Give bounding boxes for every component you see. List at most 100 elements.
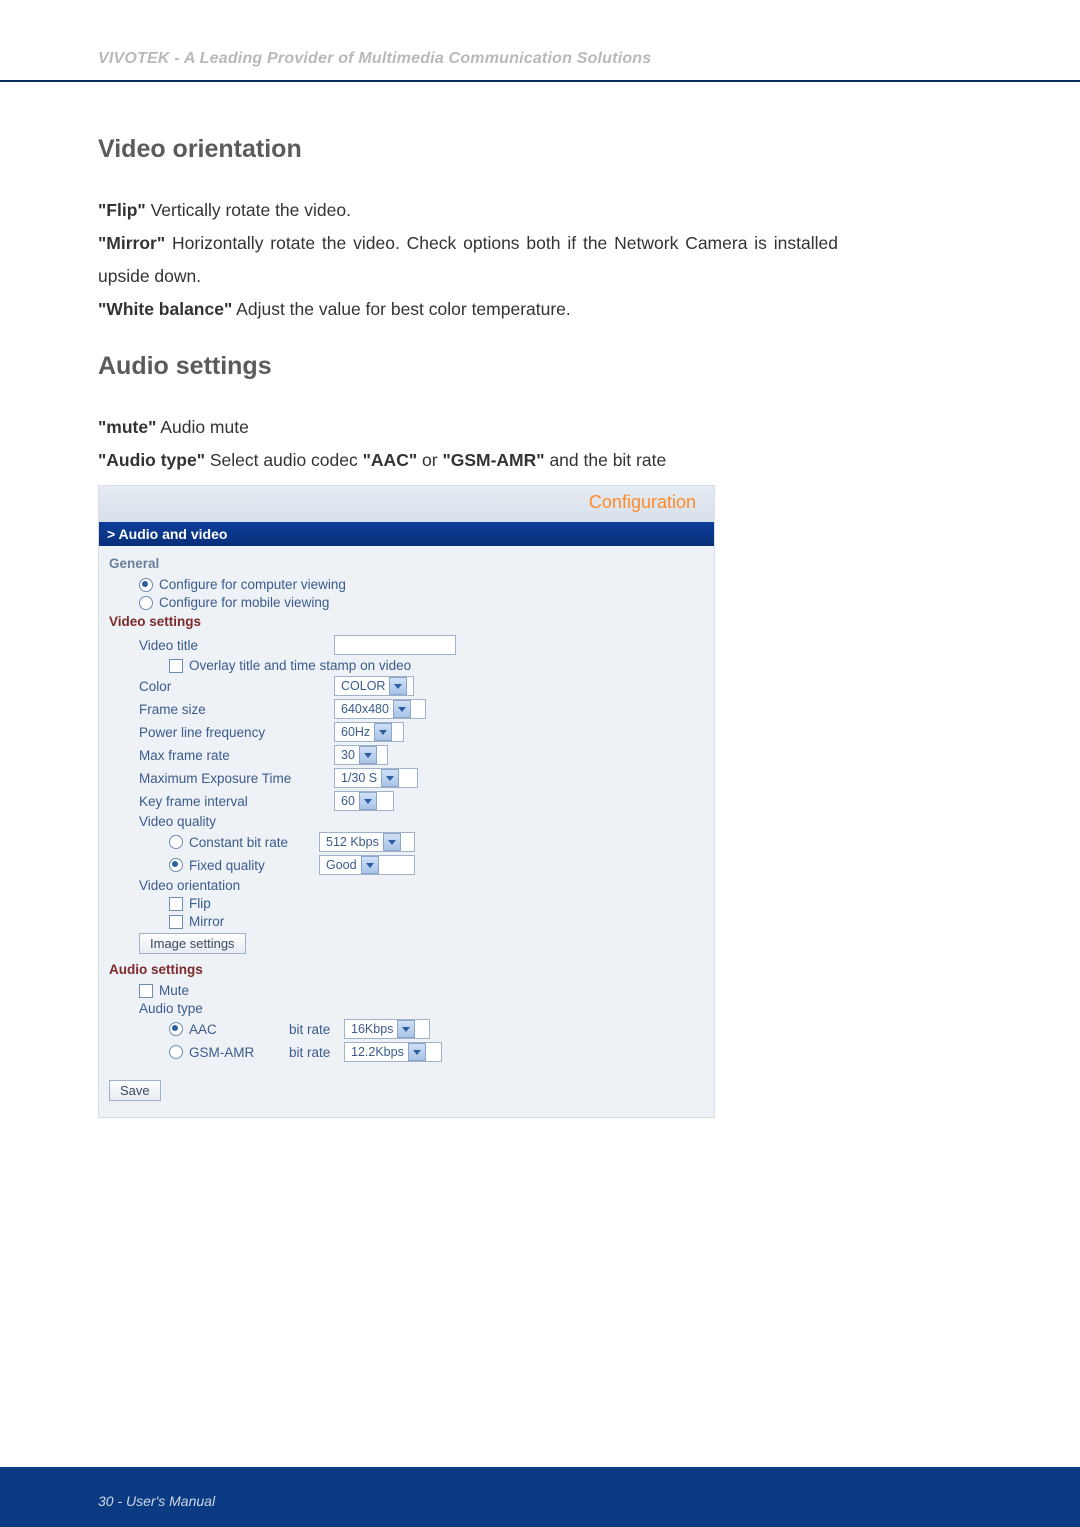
overlay-checkbox-label: Overlay title and time stamp on video [189, 658, 411, 673]
met-select[interactable]: 1/30 S [334, 768, 418, 788]
mute-desc: Audio mute [156, 417, 248, 437]
video-title-input[interactable] [334, 635, 456, 655]
general-heading: General [109, 556, 704, 571]
config-title-label: Configuration [589, 492, 696, 513]
mirror-term: "Mirror" [98, 233, 165, 253]
aac-bitrate-value: 16Kbps [351, 1022, 393, 1036]
aac-label: AAC [189, 1022, 217, 1037]
gsm-bitrate-label: bit rate [289, 1045, 344, 1060]
chevron-down-icon [408, 1043, 426, 1061]
cbr-select[interactable]: 512 Kbps [319, 832, 415, 852]
footer-text: 30 - User's Manual [98, 1493, 215, 1509]
frame-size-select[interactable]: 640x480 [334, 699, 426, 719]
frame-size-value: 640x480 [341, 702, 389, 716]
radio-label-mobile-viewing: Configure for mobile viewing [159, 595, 329, 610]
video-settings-heading: Video settings [109, 614, 704, 629]
met-value: 1/30 S [341, 771, 377, 785]
fq-value: Good [326, 858, 357, 872]
flip-checkbox-row[interactable]: Flip [109, 896, 704, 911]
met-label: Maximum Exposure Time [139, 771, 334, 786]
heading-audio-settings: Audio settings [98, 352, 838, 381]
video-orientation-label: Video orientation [139, 878, 240, 893]
header-banner-text: VIVOTEK - A Leading Provider of Multimed… [98, 50, 651, 68]
audiotype-term: "Audio type" [98, 450, 205, 470]
plf-value: 60Hz [341, 725, 370, 739]
radio-icon [169, 1045, 183, 1059]
audio-type-label: Audio type [139, 1001, 203, 1016]
flip-checkbox-label: Flip [189, 896, 211, 911]
radio-icon [169, 858, 183, 872]
mute-checkbox-row[interactable]: Mute [109, 983, 704, 998]
mirror-desc: Horizontally rotate the video. Check opt… [98, 233, 838, 286]
checkbox-icon [169, 659, 183, 673]
mfr-value: 30 [341, 748, 355, 762]
video-quality-label: Video quality [139, 814, 334, 829]
aac-bitrate-select[interactable]: 16Kbps [344, 1019, 430, 1039]
aac-radio-row[interactable]: AAC [189, 1022, 289, 1037]
mirror-checkbox-label: Mirror [189, 914, 224, 929]
paragraph-mirror: "Mirror" Horizontally rotate the video. … [98, 227, 838, 293]
kfi-select[interactable]: 60 [334, 791, 394, 811]
plf-select[interactable]: 60Hz [334, 722, 404, 742]
mute-term: "mute" [98, 417, 156, 437]
color-select-value: COLOR [341, 679, 385, 693]
footer-band: 30 - User's Manual [0, 1467, 1080, 1527]
kfi-label: Key frame interval [139, 794, 334, 809]
chevron-down-icon [393, 700, 411, 718]
header-band: VIVOTEK - A Leading Provider of Multimed… [0, 0, 1080, 82]
fq-select[interactable]: Good [319, 855, 415, 875]
paragraph-audiotype: "Audio type" Select audio codec "AAC" or… [98, 444, 838, 477]
mfr-select[interactable]: 30 [334, 745, 388, 765]
paragraph-flip: "Flip" Vertically rotate the video. [98, 194, 838, 227]
config-section-bar: > Audio and video [99, 522, 714, 546]
chevron-down-icon [397, 1020, 415, 1038]
chevron-down-icon [361, 856, 379, 874]
wb-term: "White balance" [98, 299, 232, 319]
chevron-down-icon [374, 723, 392, 741]
aac-bitrate-label: bit rate [289, 1022, 344, 1037]
plf-label: Power line frequency [139, 725, 334, 740]
mfr-label: Max frame rate [139, 748, 334, 763]
checkbox-icon [139, 984, 153, 998]
kfi-value: 60 [341, 794, 355, 808]
color-label: Color [139, 679, 334, 694]
flip-term: "Flip" [98, 200, 146, 220]
mirror-checkbox-row[interactable]: Mirror [109, 914, 704, 929]
gsm-bitrate-select[interactable]: 12.2Kbps [344, 1042, 442, 1062]
fq-radio-row[interactable]: Fixed quality [189, 858, 319, 873]
flip-desc: Vertically rotate the video. [146, 200, 351, 220]
paragraph-wb: "White balance" Adjust the value for bes… [98, 293, 838, 326]
radio-row-computer-viewing[interactable]: Configure for computer viewing [109, 577, 704, 592]
chevron-down-icon [359, 746, 377, 764]
heading-video-orientation: Video orientation [98, 135, 838, 164]
gsm-label: GSM-AMR [189, 1045, 254, 1060]
gsm-radio-row[interactable]: GSM-AMR [189, 1045, 289, 1060]
radio-icon [169, 835, 183, 849]
audiotype-or: or [417, 450, 442, 470]
checkbox-icon [169, 897, 183, 911]
radio-icon [169, 1022, 183, 1036]
paragraph-mute: "mute" Audio mute [98, 411, 838, 444]
mute-checkbox-label: Mute [159, 983, 189, 998]
audiotype-desc-2: and the bit rate [545, 450, 667, 470]
radio-icon [139, 578, 153, 592]
audiotype-desc-1: Select audio codec [205, 450, 363, 470]
radio-row-mobile-viewing[interactable]: Configure for mobile viewing [109, 595, 704, 610]
config-topbar: Configuration [99, 486, 714, 522]
save-button[interactable]: Save [109, 1080, 161, 1101]
config-panel: Configuration > Audio and video General … [98, 485, 715, 1118]
audiotype-aac: "AAC" [363, 450, 418, 470]
cbr-radio-row[interactable]: Constant bit rate [189, 835, 319, 850]
overlay-checkbox-row[interactable]: Overlay title and time stamp on video [109, 658, 704, 673]
color-select[interactable]: COLOR [334, 676, 414, 696]
chevron-down-icon [381, 769, 399, 787]
video-title-label: Video title [139, 638, 334, 653]
image-settings-button[interactable]: Image settings [139, 933, 246, 954]
cbr-label: Constant bit rate [189, 835, 288, 850]
cbr-value: 512 Kbps [326, 835, 379, 849]
gsm-bitrate-value: 12.2Kbps [351, 1045, 404, 1059]
audiotype-gsm: "GSM-AMR" [442, 450, 544, 470]
chevron-down-icon [359, 792, 377, 810]
chevron-down-icon [383, 833, 401, 851]
audio-settings-heading: Audio settings [109, 962, 704, 977]
